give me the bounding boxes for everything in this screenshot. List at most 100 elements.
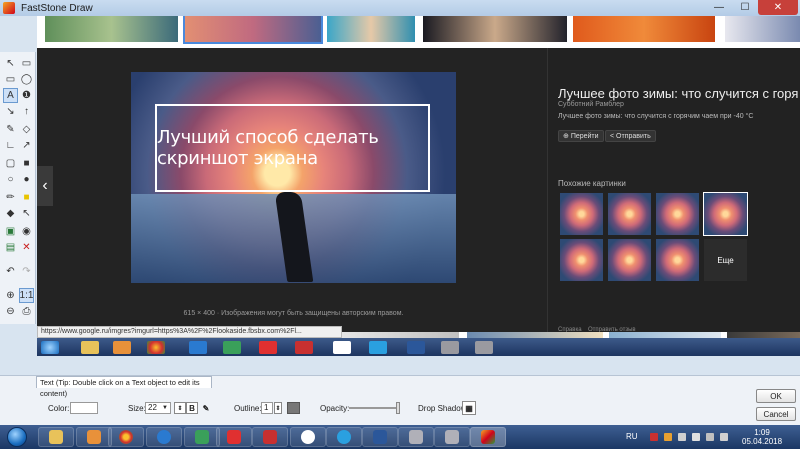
delete-icon[interactable]: ✕ (19, 240, 34, 255)
color-picker[interactable] (70, 402, 98, 414)
yellow-fill-icon[interactable]: ■ (19, 190, 34, 205)
drawing-canvas[interactable]: ‹ Лучший способ сделать скриншот экрана … (37, 16, 800, 352)
paint-taskbar-button[interactable] (434, 427, 470, 447)
system-clock[interactable]: 1:09 05.04.2018 (742, 428, 782, 446)
eraser-icon[interactable]: ◇ (19, 122, 34, 137)
thumbnail[interactable] (45, 16, 178, 42)
pen-color-icon[interactable]: ✎ (200, 402, 212, 414)
select-arrow-icon[interactable]: ↖ (3, 56, 18, 71)
highlighter-icon[interactable]: ✏ (3, 190, 18, 205)
image-title[interactable]: Лучшее фото зимы: что случится с горя... (558, 86, 798, 101)
more-images-button[interactable]: Еще (704, 239, 747, 281)
outline-width-field[interactable]: 1 (261, 402, 273, 414)
share-button[interactable]: < Отправить (605, 130, 656, 142)
redo-icon[interactable]: ↷ (19, 264, 34, 279)
ellipse-icon[interactable]: ○ (3, 172, 18, 187)
volume-icon[interactable] (720, 433, 728, 441)
undo-icon[interactable]: ↶ (3, 264, 18, 279)
main-image: Лучший способ сделать скриншот экрана (131, 72, 456, 283)
app-icon (3, 2, 15, 14)
ie-taskbar-button[interactable] (146, 427, 182, 447)
ok-button[interactable]: OK (756, 389, 796, 403)
more-label: Еще (717, 255, 734, 265)
opacity-slider-thumb[interactable] (396, 402, 400, 414)
properties-tab[interactable]: Text (Tip: Double click on a Text object… (36, 376, 212, 398)
image-caption: 615 × 400 · Изображения могут быть защищ… (183, 310, 404, 317)
thumbnail[interactable] (725, 16, 800, 42)
yandex-icon (227, 430, 241, 444)
outline-color-swatch[interactable] (287, 402, 300, 414)
clock-time: 1:09 (754, 428, 770, 437)
language-indicator[interactable]: RU (626, 432, 638, 441)
chrome-taskbar-button[interactable] (108, 427, 144, 447)
tray-battery-icon[interactable] (692, 433, 700, 441)
faststone-taskbar-button[interactable] (470, 427, 506, 447)
related-image[interactable] (656, 193, 699, 235)
text-tool-icon[interactable]: A (3, 88, 18, 103)
media-player-taskbar-button[interactable] (76, 427, 112, 447)
paint-icon (445, 430, 459, 444)
thumbnail[interactable] (423, 16, 567, 42)
related-image[interactable] (656, 239, 699, 281)
actual-size-icon[interactable]: 1:1 (19, 288, 34, 303)
line-icon[interactable]: ∟ (3, 138, 18, 153)
tray-app-icon[interactable] (664, 433, 672, 441)
maximize-button[interactable]: ☐ (732, 0, 758, 15)
yandex-taskbar-button[interactable] (216, 427, 252, 447)
tray-flag-icon[interactable] (650, 433, 658, 441)
rectangle-icon[interactable]: ▢ (3, 156, 18, 171)
paint-taskbar-button[interactable] (398, 427, 434, 447)
text-overlay-box[interactable]: Лучший способ сделать скриншот экрана (155, 104, 430, 192)
outline-stepper[interactable]: ⇕ (274, 402, 282, 414)
arrow-line-icon[interactable]: ↘ (3, 104, 18, 119)
arrow-up-icon[interactable]: ↑ (19, 104, 34, 119)
size-stepper[interactable]: ⇕ (174, 402, 186, 414)
app-icon (195, 430, 209, 444)
number-tool-icon[interactable]: ❶ (19, 88, 34, 103)
fill-bucket-icon[interactable]: ◆ (3, 206, 18, 221)
drop-shadow-toggle[interactable]: ▦ (462, 401, 476, 415)
crop-icon[interactable]: ▤ (3, 240, 18, 255)
zoom-out-icon[interactable]: ⊖ (3, 304, 18, 319)
go-button[interactable]: ⊕ Перейти (558, 130, 604, 142)
related-image[interactable] (608, 193, 651, 235)
filled-ellipse-icon[interactable]: ● (19, 172, 34, 187)
cursor-stamp-icon[interactable]: ↖ (19, 206, 34, 221)
tray-network-icon[interactable] (678, 433, 686, 441)
explorer-taskbar-button[interactable] (38, 427, 74, 447)
watermark-icon[interactable]: ◉ (19, 224, 34, 239)
image-insert-icon[interactable]: ▣ (3, 224, 18, 239)
pen-icon[interactable]: ✎ (3, 122, 18, 137)
thumbnail[interactable] (573, 16, 715, 42)
bold-button[interactable]: B (186, 402, 198, 414)
minimize-button[interactable]: — (706, 0, 732, 15)
close-button[interactable]: ✕ (758, 0, 798, 15)
app64-taskbar-button[interactable] (252, 427, 288, 447)
filled-rect-icon[interactable]: ■ (19, 156, 34, 171)
yandex-browser-taskbar-button[interactable] (290, 427, 326, 447)
image-info-panel: Лучшее фото зимы: что случится с горя...… (547, 48, 800, 342)
size-select[interactable]: 22 ▼ (145, 402, 171, 414)
skype-taskbar-button[interactable] (326, 427, 362, 447)
print-icon[interactable]: ⎙ (19, 304, 34, 319)
start-button[interactable] (0, 425, 34, 449)
previous-image-button[interactable]: ‹ (37, 166, 53, 206)
app64-icon (295, 341, 313, 354)
thumbnail[interactable] (327, 16, 415, 42)
related-image[interactable] (703, 192, 748, 236)
speech-rect-icon[interactable]: ▭ (3, 72, 18, 87)
zoom-in-icon[interactable]: ⊕ (3, 288, 18, 303)
play-icon (87, 430, 101, 444)
related-image[interactable] (608, 239, 651, 281)
opacity-slider-track[interactable] (349, 407, 399, 409)
curve-icon[interactable]: ↗ (19, 138, 34, 153)
app-taskbar-button[interactable] (184, 427, 220, 447)
related-image[interactable] (560, 239, 603, 281)
cancel-button[interactable]: Cancel (756, 407, 796, 421)
tray-device-icon[interactable] (706, 433, 714, 441)
speech-oval-icon[interactable]: ◯ (19, 72, 34, 87)
word-taskbar-button[interactable] (362, 427, 398, 447)
rect-select-icon[interactable]: ▭ (19, 56, 34, 71)
related-image[interactable] (560, 193, 603, 235)
thumbnail-selected[interactable] (183, 16, 323, 44)
